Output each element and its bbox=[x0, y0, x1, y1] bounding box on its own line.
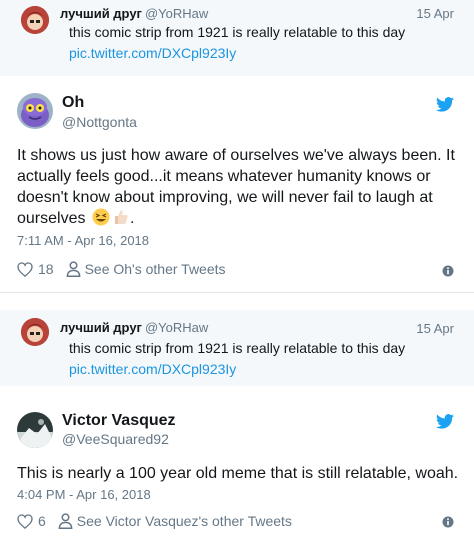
tweet-display-name[interactable]: Oh bbox=[62, 94, 84, 112]
quoted-reply[interactable]: лучший друг @YoRHaw 15 Apr this comic str… bbox=[0, 0, 474, 76]
tweet-text: This is nearly a 100 year old meme that … bbox=[17, 465, 459, 482]
tweet-timestamp[interactable]: 7:11 AM - Apr 16, 2018 bbox=[17, 233, 149, 248]
divider bbox=[0, 292, 474, 293]
reply-display-name: лучший друг bbox=[60, 6, 142, 21]
thumbs-up-emoji bbox=[114, 210, 128, 224]
tweet-card: Victor Vasquez @VeeSquared92 This is nea… bbox=[0, 386, 474, 540]
info-icon[interactable] bbox=[442, 516, 454, 528]
avatar[interactable] bbox=[21, 318, 49, 346]
tweet-text-end: . bbox=[129, 210, 135, 227]
grinning-squinting-face-emoji bbox=[92, 208, 110, 226]
twitter-bird-icon[interactable] bbox=[436, 97, 454, 112]
reply-display-name: лучший друг bbox=[60, 320, 142, 335]
other-tweets-link[interactable]: See Victor Vasquez's other Tweets bbox=[58, 513, 292, 529]
tweet-actions: 6 See Victor Vasquez's other Tweets bbox=[17, 511, 292, 531]
info-icon[interactable] bbox=[442, 265, 454, 277]
reply-text: this comic strip from 1921 is really rel… bbox=[69, 340, 406, 356]
other-tweets-label: See Victor Vasquez's other Tweets bbox=[76, 513, 292, 529]
like-count: 6 bbox=[38, 513, 46, 529]
heart-icon bbox=[17, 261, 33, 277]
like-button[interactable]: 18 bbox=[17, 261, 54, 277]
reply-screen-name: @YoRHaw bbox=[144, 320, 209, 335]
tweet-screen-name[interactable]: @Nottgonta bbox=[62, 114, 137, 130]
other-tweets-label: See Oh's other Tweets bbox=[84, 261, 226, 277]
tweet-text: It shows us just how aware of ourselves … bbox=[17, 145, 457, 229]
reply-screen-name: @YoRHaw bbox=[144, 6, 209, 21]
tweet-card: Oh @Nottgonta It shows us just how aware… bbox=[0, 76, 474, 292]
tweet-text-content: It shows us just how aware of ourselves … bbox=[17, 147, 455, 227]
tweet-timestamp[interactable]: 4:04 PM - Apr 16, 2018 bbox=[17, 487, 151, 502]
tweet-display-name[interactable]: Victor Vasquez bbox=[62, 412, 176, 430]
twitter-bird-icon[interactable] bbox=[436, 414, 454, 429]
other-tweets-link[interactable]: See Oh's other Tweets bbox=[66, 261, 226, 277]
tweet-actions: 18 See Oh's other Tweets bbox=[17, 259, 226, 279]
reply-author[interactable]: лучший друг @YoRHaw bbox=[60, 6, 208, 21]
like-count: 18 bbox=[38, 261, 54, 277]
reply-media-link[interactable]: pic.twitter.com/DXCpl923Iy bbox=[69, 361, 236, 377]
person-icon bbox=[66, 261, 81, 277]
heart-icon bbox=[17, 513, 33, 529]
reply-date[interactable]: 15 Apr bbox=[416, 321, 454, 336]
reply-text: this comic strip from 1921 is really rel… bbox=[69, 24, 406, 40]
avatar[interactable] bbox=[21, 6, 49, 34]
avatar[interactable] bbox=[17, 93, 53, 129]
person-icon bbox=[58, 513, 73, 529]
reply-author[interactable]: лучший друг @YoRHaw bbox=[60, 320, 208, 335]
like-button[interactable]: 6 bbox=[17, 513, 46, 529]
quoted-reply[interactable]: лучший друг @YoRHaw 15 Apr this comic str… bbox=[0, 310, 474, 386]
avatar[interactable] bbox=[17, 412, 53, 448]
reply-media-link[interactable]: pic.twitter.com/DXCpl923Iy bbox=[69, 45, 236, 61]
reply-date[interactable]: 15 Apr bbox=[416, 6, 454, 21]
tweet-screen-name[interactable]: @VeeSquared92 bbox=[62, 431, 169, 447]
